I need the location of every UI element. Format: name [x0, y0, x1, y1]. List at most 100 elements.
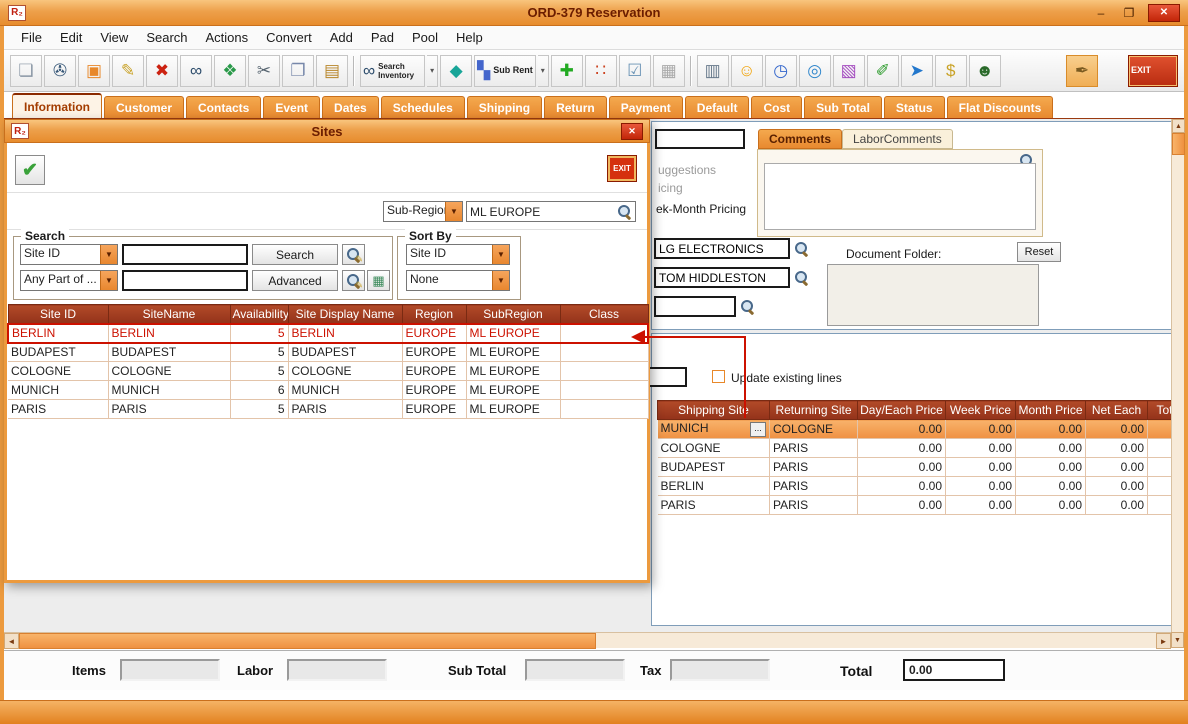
- vertical-scrollbar[interactable]: ▲: [1171, 119, 1184, 632]
- tab-event[interactable]: Event: [263, 96, 320, 118]
- lines-cell-returning[interactable]: PARIS: [770, 439, 858, 458]
- sites-row-berlin[interactable]: BERLINBERLIN5BERLINEUROPEML EUROPE: [8, 324, 648, 343]
- customer-field[interactable]: [654, 238, 790, 259]
- write-note-icon[interactable]: ✐: [867, 55, 899, 87]
- books-icon[interactable]: ▧: [833, 55, 865, 87]
- lines-cell-net[interactable]: 0.00: [1086, 496, 1148, 515]
- cut-icon[interactable]: ✂: [248, 55, 280, 87]
- lookup-search-icon[interactable]: [740, 299, 755, 314]
- lines-cell-month[interactable]: 0.00: [1016, 458, 1086, 477]
- lines-cell-shipping[interactable]: MUNICH...: [658, 420, 770, 439]
- lines-cell-net[interactable]: 0.00: [1086, 420, 1148, 439]
- lines-cell-returning[interactable]: PARIS: [770, 477, 858, 496]
- lines-col-returning-site[interactable]: Returning Site: [770, 401, 858, 420]
- contact-field[interactable]: [654, 267, 790, 288]
- tab-dates[interactable]: Dates: [322, 96, 379, 118]
- dialog-exit-button[interactable]: EXIT: [607, 155, 637, 182]
- sites-cell-class[interactable]: [560, 324, 648, 343]
- search-button[interactable]: Search: [252, 244, 338, 265]
- tab-default[interactable]: Default: [685, 96, 750, 118]
- subregion-value-field[interactable]: ML EUROPE: [466, 201, 636, 222]
- print-icon[interactable]: ✇: [44, 55, 76, 87]
- search-inventory-button-dropdown[interactable]: ▾: [427, 55, 438, 87]
- sites-cell-subregion[interactable]: ML EUROPE: [466, 343, 560, 362]
- smiley-icon[interactable]: ☺: [731, 55, 763, 87]
- sites-cell-subregion[interactable]: ML EUROPE: [466, 362, 560, 381]
- tab-status[interactable]: Status: [884, 96, 945, 118]
- menu-item-pad[interactable]: Pad: [362, 28, 403, 47]
- add-line-icon[interactable]: ✚: [551, 55, 583, 87]
- sites-cell-site_name[interactable]: BUDAPEST: [108, 343, 230, 362]
- building-report-icon[interactable]: ▥: [697, 55, 729, 87]
- menu-item-view[interactable]: View: [91, 28, 137, 47]
- horizontal-scrollbar-track[interactable]: [596, 633, 1156, 648]
- sites-cell-availability[interactable]: 5: [230, 324, 288, 343]
- note-edit-icon[interactable]: ☑: [619, 55, 651, 87]
- sites-cell-display_name[interactable]: MUNICH: [288, 381, 402, 400]
- lines-col-shipping-site[interactable]: Shipping Site: [658, 401, 770, 420]
- chevron-down-icon[interactable]: ▼: [492, 245, 509, 264]
- maximize-button[interactable]: ❐: [1120, 6, 1138, 20]
- sites-dialog-titlebar[interactable]: R₂ Sites ✕: [4, 119, 650, 143]
- lines-cell-net[interactable]: 0.00: [1086, 458, 1148, 477]
- sites-cell-class[interactable]: [560, 381, 648, 400]
- delete-icon[interactable]: ✖: [146, 55, 178, 87]
- grid-view-button[interactable]: ▦: [367, 270, 390, 291]
- total-field[interactable]: 0.00: [903, 659, 1005, 681]
- sites-col-region[interactable]: Region: [402, 305, 466, 324]
- lines-col-month-price[interactable]: Month Price: [1016, 401, 1086, 420]
- lines-row-munich[interactable]: MUNICH...COLOGNE0.000.000.000.00: [658, 420, 1182, 439]
- menu-item-search[interactable]: Search: [137, 28, 196, 47]
- disk-icon[interactable]: ◎: [799, 55, 831, 87]
- save-icon[interactable]: ▣: [78, 55, 110, 87]
- sites-cell-site_name[interactable]: BERLIN: [108, 324, 230, 343]
- tab-payment[interactable]: Payment: [609, 96, 683, 118]
- paste-icon[interactable]: ▤: [316, 55, 348, 87]
- search-field-combo-2[interactable]: Any Part of ... ▼: [20, 270, 118, 291]
- sites-cell-region[interactable]: EUROPE: [402, 400, 466, 419]
- confirm-selection-button[interactable]: ✔: [15, 155, 45, 185]
- sites-col-subregion[interactable]: SubRegion: [466, 305, 560, 324]
- lookup-field[interactable]: [654, 296, 736, 317]
- lines-cell-week[interactable]: 0.00: [946, 496, 1016, 515]
- menu-item-pool[interactable]: Pool: [403, 28, 447, 47]
- lines-cell-day[interactable]: 0.00: [858, 477, 946, 496]
- scroll-right-icon[interactable]: ►: [1156, 633, 1171, 649]
- key-arrow-icon[interactable]: ➤: [901, 55, 933, 87]
- sites-row-munich[interactable]: MUNICHMUNICH6MUNICHEUROPEML EUROPE: [8, 381, 648, 400]
- exit-button[interactable]: EXIT: [1128, 55, 1178, 87]
- search-input-1[interactable]: [122, 244, 248, 265]
- lines-cell-net[interactable]: 0.00: [1086, 439, 1148, 458]
- advanced-button[interactable]: Advanced: [252, 270, 338, 291]
- tab-flat-discounts[interactable]: Flat Discounts: [947, 96, 1054, 118]
- sites-cell-availability[interactable]: 5: [230, 362, 288, 381]
- sites-cell-site_id[interactable]: PARIS: [8, 400, 108, 419]
- scroll-down-icon[interactable]: ▼: [1171, 632, 1184, 648]
- sites-cell-subregion[interactable]: ML EUROPE: [466, 324, 560, 343]
- ellipsis-button[interactable]: ...: [750, 422, 766, 437]
- sites-cell-site_id[interactable]: COLOGNE: [8, 362, 108, 381]
- grouped-items-icon[interactable]: ∷: [585, 55, 617, 87]
- sites-cell-availability[interactable]: 5: [230, 400, 288, 419]
- subregion-combo[interactable]: Sub-Region ▼: [383, 201, 463, 222]
- search-edit-button[interactable]: ✎: [342, 244, 365, 265]
- people-icon[interactable]: ☻: [969, 55, 1001, 87]
- sites-cell-class[interactable]: [560, 343, 648, 362]
- lines-cell-shipping[interactable]: BUDAPEST: [658, 458, 770, 477]
- sites-col-sitename[interactable]: SiteName: [108, 305, 230, 324]
- lines-row-paris[interactable]: PARISPARIS0.000.000.000.00: [658, 496, 1182, 515]
- tab-sub-total[interactable]: Sub Total: [804, 96, 882, 118]
- minimize-button[interactable]: –: [1092, 6, 1110, 20]
- advanced-edit-button[interactable]: ✎: [342, 270, 365, 291]
- search-inventory-button[interactable]: ∞Search Inventory: [360, 55, 425, 87]
- horizontal-scrollbar[interactable]: ◄ ►: [4, 632, 1171, 648]
- sub-rent-button[interactable]: ▚Sub Rent: [474, 55, 536, 87]
- sites-row-cologne[interactable]: COLOGNECOLOGNE5COLOGNEEUROPEML EUROPE: [8, 362, 648, 381]
- sortby-combo-2[interactable]: None ▼: [406, 270, 510, 291]
- sites-cell-availability[interactable]: 6: [230, 381, 288, 400]
- sites-col-site-display-name[interactable]: Site Display Name: [288, 305, 402, 324]
- sites-cell-region[interactable]: EUROPE: [402, 362, 466, 381]
- sites-row-budapest[interactable]: BUDAPESTBUDAPEST5BUDAPESTEUROPEML EUROPE: [8, 343, 648, 362]
- search-field-combo-1[interactable]: Site ID ▼: [20, 244, 118, 265]
- scroll-up-icon[interactable]: ▲: [1172, 119, 1185, 133]
